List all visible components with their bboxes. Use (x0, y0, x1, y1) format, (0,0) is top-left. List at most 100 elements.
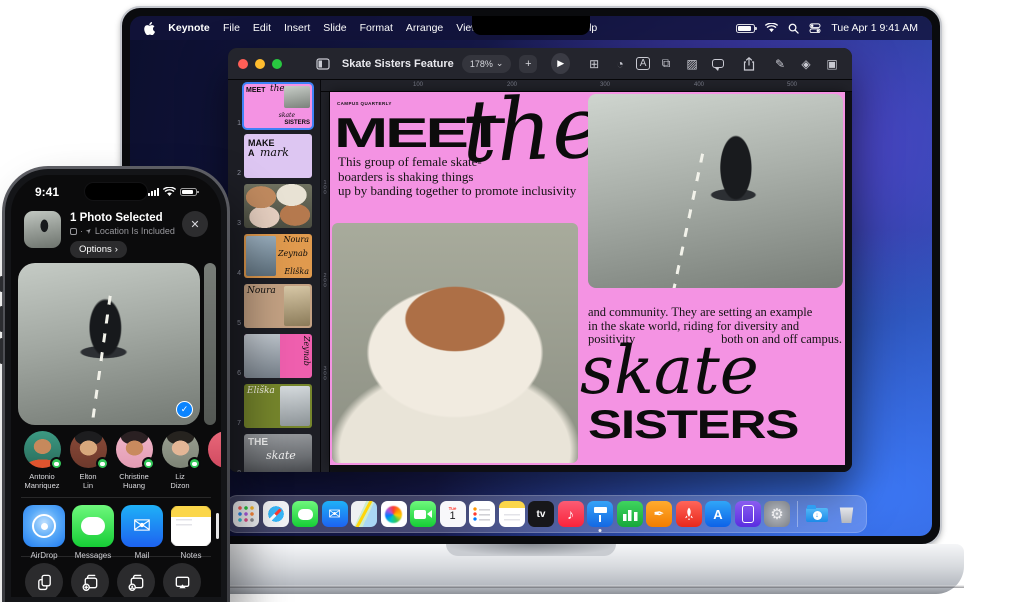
dynamic-island (84, 182, 148, 201)
launchpad-icon[interactable] (233, 501, 259, 527)
slide-thumbnail-2[interactable]: MAKE A mark (244, 134, 312, 178)
contact-christine[interactable]: ChristineHuang (115, 431, 153, 490)
notes-icon[interactable] (499, 501, 525, 527)
slide-row: 4 Noura Zeynab Eliška (228, 234, 320, 278)
scene: Keynote File Edit Insert Slide Format Ar… (0, 0, 1030, 602)
slide-thumbnail-1[interactable]: MEET the skate SISTERS (244, 84, 312, 128)
slide-thumbnail-7[interactable]: Eliška (244, 384, 312, 428)
facetime-icon[interactable] (410, 501, 436, 527)
options-button[interactable]: Options › (70, 241, 127, 258)
reminders-icon[interactable] (469, 501, 495, 527)
contact-partial[interactable] (207, 431, 221, 490)
slide-editor[interactable]: CAMPUS QUARTERLY MEET the This group of … (330, 92, 845, 465)
menu-arrange[interactable]: Arrange (406, 22, 443, 34)
zoom-window-button[interactable] (272, 59, 282, 69)
slide-canvas: 100 200 300 400 500 100 200 300 CAM (321, 80, 852, 472)
control-center-icon[interactable] (809, 23, 821, 33)
chart-icon[interactable]: ◔ (610, 54, 630, 74)
mail-icon: ✉ (121, 505, 163, 547)
add-to-album-icon[interactable] (71, 563, 109, 597)
numbers-icon[interactable] (617, 501, 643, 527)
slide-photo-skater[interactable] (588, 94, 843, 288)
volume-up-button[interactable] (0, 306, 3, 332)
next-photo-edge[interactable] (204, 263, 216, 425)
slide-tail-bold[interactable]: SISTERS (588, 403, 798, 448)
animate-icon[interactable]: ◈ (796, 54, 816, 74)
rocket-app-icon[interactable] (676, 501, 702, 527)
zoom-value: 178% (470, 59, 493, 69)
keynote-dock-icon[interactable] (587, 501, 613, 527)
airplay-icon[interactable] (163, 563, 201, 597)
add-to-shared-album-icon[interactable] (117, 563, 155, 597)
slide-thumbnail-4[interactable]: Noura Zeynab Eliška (244, 234, 312, 278)
menu-bar-clock[interactable]: Tue Apr 1 9:41 AM (831, 22, 918, 34)
spotlight-search-icon[interactable] (788, 23, 799, 34)
scroll-indicator[interactable] (216, 513, 219, 539)
menu-format[interactable]: Format (360, 22, 393, 34)
notes-share-button[interactable]: Notes (170, 505, 212, 560)
contact-elton[interactable]: EltonLin (69, 431, 107, 490)
messages-share-button[interactable]: Messages (72, 505, 114, 560)
shape-icon[interactable]: ⧉ (656, 54, 676, 74)
system-settings-icon[interactable]: ⚙ (764, 501, 790, 527)
menu-file[interactable]: File (223, 22, 240, 34)
text-box-icon[interactable]: A (636, 57, 650, 70)
media-icon[interactable]: ▨ (682, 54, 702, 74)
apple-logo-icon[interactable] (144, 22, 155, 35)
slide-photo-portrait[interactable] (332, 223, 578, 463)
close-window-button[interactable] (238, 59, 248, 69)
contact-antonio[interactable]: AntonioManriquez (23, 431, 61, 490)
calendar-icon[interactable]: Tue 1 (440, 501, 466, 527)
messages-icon (72, 505, 114, 547)
messages-icon[interactable] (292, 501, 318, 527)
slide-thumbnail-5[interactable]: Noura (244, 284, 312, 328)
window-controls (238, 59, 282, 69)
wifi-icon[interactable] (765, 23, 778, 33)
slide-thumbnail-3[interactable] (244, 184, 312, 228)
table-icon[interactable]: ⊞ (584, 54, 604, 74)
pages-icon[interactable]: ✒ (646, 501, 672, 527)
battery-icon[interactable] (736, 24, 755, 33)
slide-thumbnail-6[interactable]: Zeynab (244, 334, 312, 378)
menu-slide[interactable]: Slide (323, 22, 346, 34)
thumb-photo (284, 286, 310, 326)
view-sidebar-icon[interactable] (314, 54, 332, 74)
app-store-icon[interactable]: A (705, 501, 731, 527)
slide-kicker-text[interactable]: CAMPUS QUARTERLY (337, 101, 392, 106)
format-icon[interactable]: ✎ (770, 54, 790, 74)
iphone-mirroring-icon[interactable] (735, 501, 761, 527)
menu-app-name[interactable]: Keynote (168, 22, 210, 34)
comment-icon[interactable] (708, 54, 728, 74)
photo-preview[interactable]: ✓ (18, 263, 200, 425)
slide-thumbnail-8[interactable]: THE skate (244, 434, 312, 472)
close-icon[interactable]: ✕ (182, 211, 208, 237)
play-button[interactable]: ▶ (551, 53, 570, 74)
maps-icon[interactable] (351, 501, 377, 527)
downloads-folder-icon[interactable] (804, 501, 830, 527)
horizontal-ruler: 100 200 300 400 500 (321, 80, 852, 92)
document-icon[interactable]: ▣ (822, 54, 842, 74)
safari-icon[interactable] (263, 501, 289, 527)
apple-tv-icon[interactable]: tv (528, 501, 554, 527)
minimize-window-button[interactable] (255, 59, 265, 69)
slide-intro-text[interactable]: This group of female skate- boarders is … (338, 155, 576, 199)
menu-edit[interactable]: Edit (253, 22, 271, 34)
add-slide-button[interactable]: + (519, 55, 537, 73)
contact-liz[interactable]: LizDizon (161, 431, 199, 490)
menu-insert[interactable]: Insert (284, 22, 310, 34)
copy-icon[interactable] (25, 563, 63, 597)
thumb-photo (244, 334, 280, 378)
slide-tail-script[interactable]: skate (580, 332, 759, 409)
airdrop-button[interactable]: AirDrop (23, 505, 65, 560)
volume-down-button[interactable] (0, 338, 3, 364)
action-button[interactable] (0, 276, 3, 292)
slide-number: 1 (231, 120, 241, 128)
share-icon[interactable] (740, 54, 758, 74)
airdrop-icon (23, 505, 65, 547)
zoom-level-control[interactable]: 178% ⌄ (462, 55, 512, 73)
mail-share-button[interactable]: ✉ Mail (121, 505, 163, 560)
music-icon[interactable]: ♪ (558, 501, 584, 527)
mail-icon[interactable]: ✉ (322, 501, 348, 527)
photos-icon[interactable] (381, 501, 407, 527)
trash-icon[interactable] (834, 501, 860, 527)
